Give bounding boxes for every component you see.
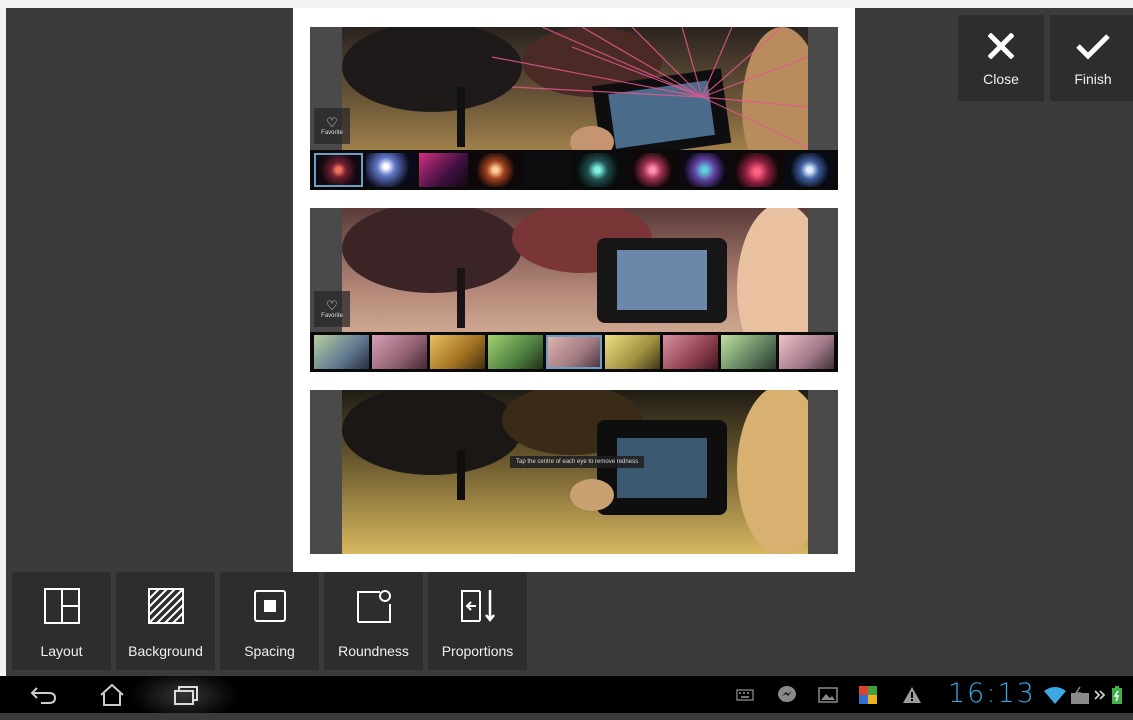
roundness-icon [354,586,394,626]
screen-edge-top [0,0,1133,8]
layout-icon [42,586,82,626]
tool-proportions[interactable]: Proportions [428,572,527,670]
finish-button[interactable]: Finish [1050,15,1133,101]
effect-thumbnail[interactable] [732,153,782,187]
tool-spacing[interactable]: Spacing [220,572,319,670]
effect-strip-fireworks[interactable] [310,150,838,190]
keyboard-icon [733,680,757,710]
tool-label: Proportions [441,643,514,659]
background-icon [146,586,186,626]
status-clock: 16:13 [948,678,1036,709]
app-store-icon [856,680,880,710]
effect-thumbnail[interactable] [314,335,370,369]
back-button[interactable] [24,680,64,710]
recent-apps-button[interactable] [165,680,205,710]
collage-canvas: ♡ Favorite ♡ Favorite Tap the centre of … [293,8,855,572]
effect-thumbnail[interactable] [627,153,678,187]
effect-strip-color[interactable] [310,332,838,372]
tool-label: Layout [40,643,83,659]
tool-background[interactable]: Background [116,572,215,670]
system-navigation-bar: 16:13 [0,670,1133,720]
effect-thumbnail[interactable] [720,335,776,369]
favorite-label: Favorite [321,130,343,136]
tool-label: Roundness [338,643,409,659]
messenger-icon [775,680,799,710]
close-button[interactable]: Close [958,15,1044,101]
recent-apps-icon [174,686,198,705]
checkmark-icon [1075,29,1111,63]
wifi-icon [1042,680,1068,710]
favorite-label: Favorite [321,313,343,319]
keyboard-dock-icon [1068,680,1092,710]
heart-icon: ♡ [326,298,338,313]
effect-thumbnail[interactable] [523,153,573,187]
battery-icon [1109,680,1125,710]
collage-tools-bar: Layout Background Spacing Roundness Prop… [12,572,527,670]
effect-thumbnail[interactable] [470,153,521,187]
effect-thumbnail[interactable] [488,335,544,369]
heart-icon: ♡ [326,115,338,130]
effect-thumbnail[interactable] [314,153,364,187]
effect-thumbnail[interactable] [546,335,602,369]
collage-panel-3[interactable]: Tap the centre of each eye to remove red… [310,390,838,554]
effect-thumbnail[interactable] [778,335,834,369]
favorite-button-1[interactable]: ♡ Favorite [314,108,350,144]
home-button[interactable] [92,680,132,710]
spacing-icon [250,586,290,626]
tool-layout[interactable]: Layout [12,572,111,670]
home-icon [100,683,124,706]
effect-thumbnail[interactable] [784,153,834,187]
screen-edge-left [0,0,6,676]
proportions-icon [458,586,498,626]
collage-panel-1[interactable]: ♡ Favorite [310,27,838,190]
tool-label: Background [128,643,203,659]
redeye-tooltip: Tap the centre of each eye to remove red… [510,456,645,468]
collage-photo-3[interactable] [342,390,808,554]
collage-panel-2[interactable]: ♡ Favorite [310,208,838,372]
gallery-icon [816,680,840,710]
finish-label: Finish [1074,71,1112,87]
more-icon[interactable] [1093,680,1107,710]
effect-thumbnail[interactable] [418,153,468,187]
warning-icon [900,680,924,710]
effect-thumbnail[interactable] [680,153,730,187]
close-icon [988,29,1014,63]
tool-label: Spacing [244,643,295,659]
tool-roundness[interactable]: Roundness [324,572,423,670]
effect-thumbnail[interactable] [430,335,486,369]
favorite-button-2[interactable]: ♡ Favorite [314,291,350,327]
effect-thumbnail[interactable] [662,335,718,369]
effect-thumbnail[interactable] [604,335,660,369]
effect-thumbnail[interactable] [372,335,428,369]
effect-thumbnail[interactable] [366,153,416,187]
close-label: Close [983,71,1019,87]
effect-thumbnail[interactable] [575,153,625,187]
back-icon [30,687,57,704]
